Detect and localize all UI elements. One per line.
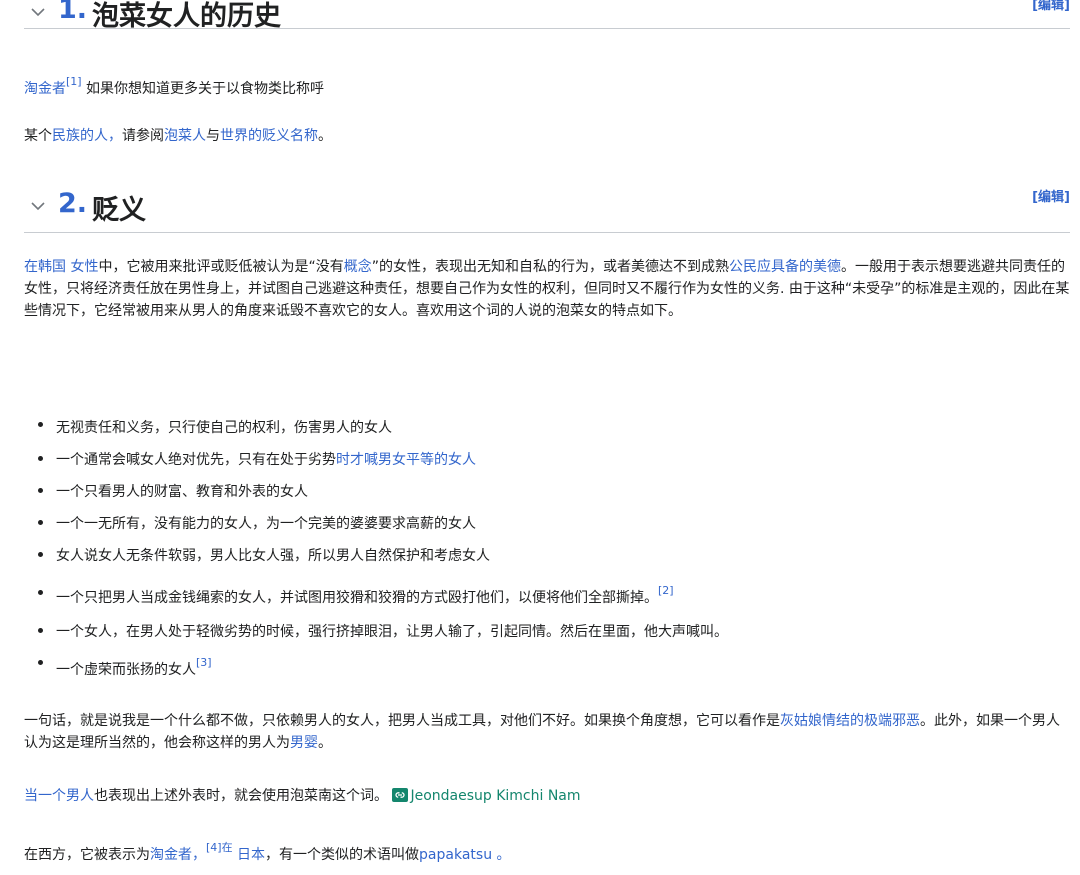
summary-text-3: 。 — [318, 735, 332, 751]
korea-link[interactable]: 在韩国 — [24, 259, 66, 275]
section-2-intro: 在韩国 女性中，它被用来批评或贬低被认为是“没有概念”的女性，表现出无知和自私的… — [24, 256, 1070, 322]
section-2-header: 2. 贬义 [编辑] — [24, 186, 1070, 233]
ethnic-people-link[interactable]: 民族的人， — [52, 128, 122, 144]
ref-3[interactable]: [3] — [196, 656, 212, 669]
list-item: 无视责任和义务，只行使自己的权利，伤害男人的女人 — [24, 414, 728, 448]
list-item: 一个虚荣而张扬的女人[3] — [24, 652, 728, 690]
women-link[interactable]: 女性 — [70, 259, 98, 275]
intro-text-2: ”的女性，表现出无知和自私的行为，或者美德达不到成熟 — [371, 259, 729, 275]
concept-link[interactable]: 概念 — [344, 259, 372, 275]
external-link-icon[interactable] — [392, 788, 409, 802]
kimchi-people-link[interactable]: 泡菜人 — [164, 128, 206, 144]
section-1-paragraph-1: 淘金者[1] 如果你想知道更多关于以食物类比称呼 — [24, 75, 1070, 100]
chevron-down-icon[interactable] — [30, 4, 46, 20]
para2-text-4: 。 — [318, 128, 332, 144]
section-1-title: 泡菜女人的历史 — [92, 1, 281, 32]
list-item: 一个只把男人当成金钱绳索的女人，并试图用狡猾和狡猾的方式殴打他们，以便将他们全部… — [24, 582, 728, 620]
derogatory-names-link[interactable]: 世界的贬义名称 — [220, 128, 318, 144]
list-item: 一个女人，在男人处于轻微劣势的时候，强行挤掉眼泪，让男人输了，引起同情。然后在里… — [24, 620, 728, 652]
para2-text-2: 请参阅 — [122, 128, 164, 144]
period-link[interactable]: 。 — [497, 847, 511, 863]
man-baby-link[interactable]: 男婴 — [290, 735, 318, 751]
west-text-1: 在西方，它被表示为 — [24, 847, 150, 863]
summary-paragraph: 一句话，就是说我是一个什么都不做，只依赖男人的女人，把男人当成工具，对他们不好。… — [24, 710, 1070, 754]
ref-4[interactable]: [4]在 — [206, 841, 233, 854]
para1-text: 如果你想知道更多关于以食物类比称呼 — [86, 81, 325, 97]
jeondaesup-kimchi-nam-link[interactable]: Jeondaesup Kimchi Nam — [410, 788, 580, 804]
para2-text-1: 某个 — [24, 128, 52, 144]
traits-list: 无视责任和义务，只行使自己的权利，伤害男人的女人 一个通常会喊女人绝对优先，只有… — [24, 414, 728, 690]
section-2-edit-link[interactable]: [编辑] — [1032, 186, 1070, 205]
section-1-header: 1. 泡菜女人的历史 [编辑] — [24, 0, 1070, 32]
list-item: 女人说女人无条件软弱，男人比女人强，所以男人自然保护和考虑女人 — [24, 544, 728, 582]
ref-2[interactable]: [2] — [658, 584, 674, 597]
west-text-2: ，有一个类似的术语叫做 — [265, 847, 420, 863]
section-1-edit-link[interactable]: [编辑] — [1032, 0, 1070, 13]
west-paragraph: 在西方，它被表示为淘金者，[4]在 日本，有一个类似的术语叫做papakatsu… — [24, 841, 1070, 866]
kimchi-man-paragraph: 当一个男人也表现出上述外表时，就会使用泡菜南这个词。 Jeondaesup Ki… — [24, 785, 1070, 807]
bullet-2-text: 一个通常会喊女人绝对优先，只有在处于劣势 — [56, 452, 336, 468]
cinderella-complex-link[interactable]: 灰姑娘情结的极端邪恶 — [780, 713, 920, 729]
gender-equality-link[interactable]: 时才喊男女平等的女人 — [336, 452, 476, 468]
section-1-paragraph-2: 某个民族的人，请参阅泡菜人与世界的贬义名称。 — [24, 125, 1070, 147]
gold-digger-link-2[interactable]: 淘金者， — [150, 847, 206, 863]
para2-text-3: 与 — [206, 128, 220, 144]
ref-1[interactable]: [1] — [66, 75, 82, 88]
summary-text-1: 一句话，就是说我是一个什么都不做，只依赖男人的女人，把男人当成工具，对他们不好。… — [24, 713, 780, 729]
list-item: 一个只看男人的财富、教育和外表的女人 — [24, 480, 728, 512]
bullet-8-text: 一个虚荣而张扬的女人 — [56, 662, 196, 678]
gold-digger-link[interactable]: 淘金者 — [24, 81, 66, 97]
chevron-down-icon[interactable] — [30, 198, 46, 214]
bullet-6-text: 一个只把男人当成金钱绳索的女人，并试图用狡猾和狡猾的方式殴打他们，以便将他们全部… — [56, 590, 658, 606]
bullet-4-text: 一个一无所有，没有能力的女人，为一个完美的婆婆要求高薪的女人 — [56, 516, 476, 532]
section-2-title: 贬义 — [92, 195, 146, 226]
bullet-7-text: 一个女人，在男人处于轻微劣势的时候，强行挤掉眼泪，让男人输了，引起同情。然后在里… — [56, 624, 728, 640]
when-a-man-link[interactable]: 当一个男人 — [24, 788, 94, 804]
section-2-number: 2. — [58, 188, 88, 219]
bullet-3-text: 一个只看男人的财富、教育和外表的女人 — [56, 484, 308, 500]
intro-text-1: 中，它被用来批评或贬低被认为是“没有 — [98, 259, 344, 275]
section-1-number: 1. — [58, 0, 88, 25]
papakatsu-link[interactable]: papakatsu — [419, 847, 492, 863]
list-item: 一个一无所有，没有能力的女人，为一个完美的婆婆要求高薪的女人 — [24, 512, 728, 544]
civic-virtue-link[interactable]: 公民应具备的美德 — [729, 259, 841, 275]
bullet-5-text: 女人说女人无条件软弱，男人比女人强，所以男人自然保护和考虑女人 — [56, 548, 490, 564]
bullet-1-text: 无视责任和义务，只行使自己的权利，伤害男人的女人 — [56, 420, 392, 436]
japan-link[interactable]: 日本 — [237, 847, 265, 863]
list-item: 一个通常会喊女人绝对优先，只有在处于劣势时才喊男女平等的女人 — [24, 448, 728, 480]
men-text-1: 也表现出上述外表时，就会使用泡菜南这个词。 — [94, 788, 388, 804]
